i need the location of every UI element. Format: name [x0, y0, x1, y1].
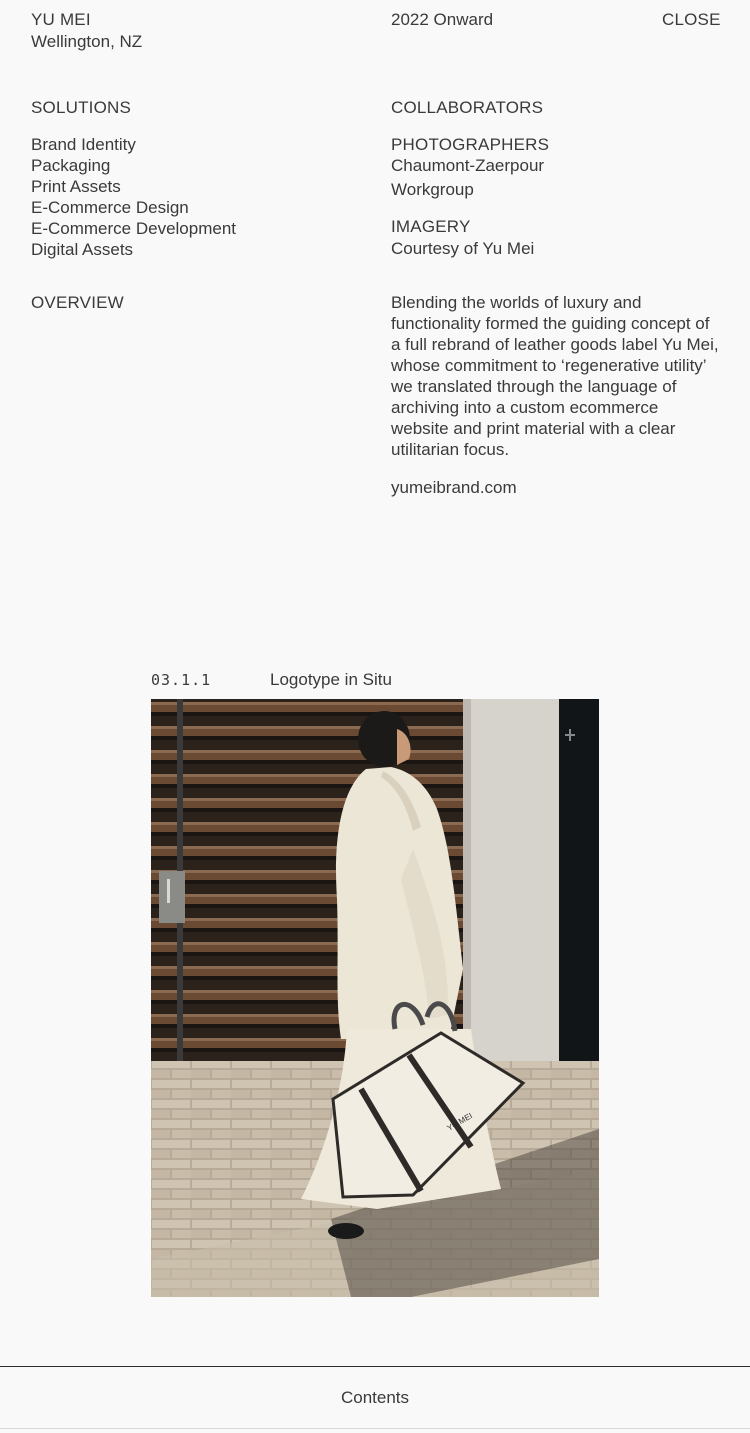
solution-item: Print Assets	[31, 177, 121, 196]
location-text: Wellington, NZ	[31, 32, 143, 51]
solution-item: Packaging	[31, 156, 111, 175]
contents-button[interactable]: Contents	[341, 1387, 409, 1408]
solution-item: E-Commerce Development	[31, 219, 237, 238]
brand-name: YU MEI	[31, 10, 91, 29]
imagery-credit: Courtesy of Yu Mei	[391, 239, 535, 258]
solution-item: Brand Identity	[31, 135, 136, 154]
solution-item: E-Commerce Design	[31, 198, 189, 217]
figure-number: 03.1.1	[151, 671, 212, 689]
photographer-name: Workgroup	[391, 180, 474, 199]
figure-caption: Logotype in Situ	[270, 670, 392, 689]
photo-illustration: YU MEI	[151, 699, 599, 1297]
overview-text: Blending the worlds of luxury and functi…	[391, 293, 719, 459]
footer-bar: Contents	[0, 1366, 750, 1433]
footer-divider	[0, 1428, 750, 1429]
website-link[interactable]: yumeibrand.com	[391, 477, 517, 498]
solutions-title: SOLUTIONS	[31, 98, 132, 117]
solution-item: Digital Assets	[31, 240, 134, 259]
photographers-title: PHOTOGRAPHERS	[391, 135, 550, 154]
overview-title: OVERVIEW	[31, 293, 124, 312]
logotype-photo: YU MEI	[151, 699, 599, 1297]
close-button[interactable]: CLOSE	[662, 9, 721, 30]
period-text: 2022 Onward	[391, 10, 494, 29]
photographer-name: Chaumont-Zaerpour	[391, 156, 545, 175]
collaborators-title: COLLABORATORS	[391, 98, 544, 117]
solutions-list: Brand Identity Packaging Print Assets E-…	[31, 134, 236, 260]
imagery-title: IMAGERY	[391, 217, 471, 236]
